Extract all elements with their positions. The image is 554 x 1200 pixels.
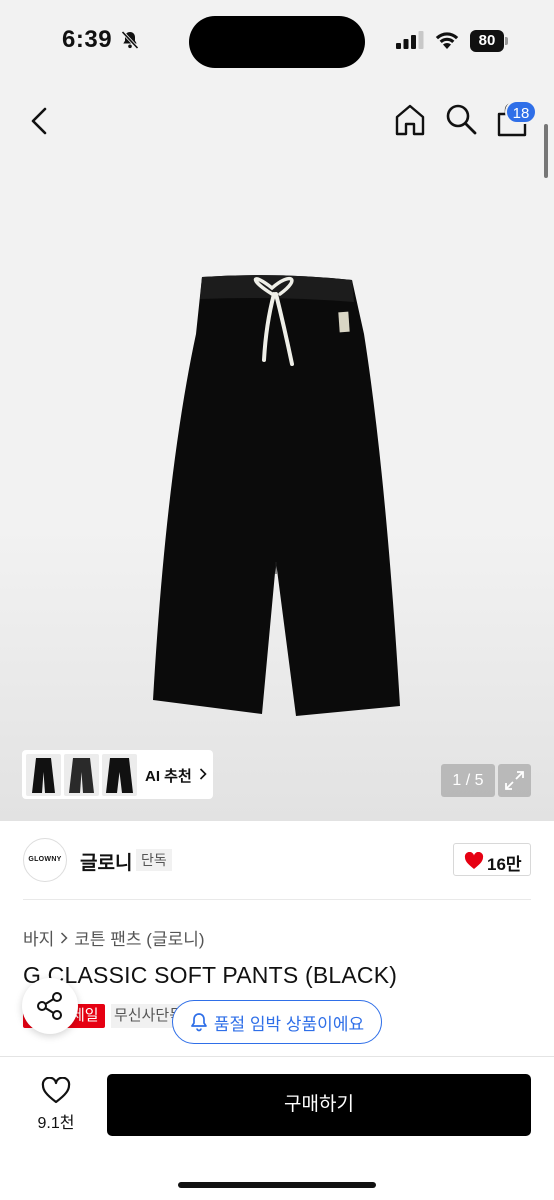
home-icon[interactable] [392,102,428,138]
thumbnail-2[interactable] [64,754,99,796]
bell-icon [191,1013,207,1032]
expand-icon [505,771,524,790]
heart-icon [464,852,484,869]
signal-icon [396,31,424,49]
share-icon [37,992,62,1020]
musinsa-exclusive-tag: 무신사단독 [111,1004,181,1028]
search-icon[interactable] [444,102,478,136]
ai-recommend-strip[interactable]: AI 추천 [22,750,213,799]
home-indicator[interactable] [178,1182,376,1188]
bell-off-icon [121,30,139,50]
battery-cap [505,37,508,45]
low-stock-text: 품절 임박 상품이에요 [213,1014,365,1034]
brand-like-count: 16만 [487,855,522,874]
divider [23,899,531,900]
chevron-right-icon [61,931,68,944]
share-button[interactable] [22,978,78,1034]
back-icon[interactable] [26,106,54,136]
buy-button[interactable]: 구매하기 [107,1074,531,1136]
heart-outline-icon[interactable] [41,1077,71,1105]
cart-count-badge: 18 [505,100,537,124]
brand-logo[interactable]: GLOWNY [23,838,67,882]
thumbnail-3[interactable] [102,754,137,796]
low-stock-notice[interactable]: 품절 임박 상품이에요 [172,1000,382,1044]
battery-level: 80 [470,30,504,52]
wifi-icon [435,32,459,49]
exclusive-badge: 단독 [136,849,172,871]
product-image[interactable] [148,274,408,719]
breadcrumb-category[interactable]: 바지 [23,925,54,950]
expand-button[interactable] [498,764,531,797]
breadcrumb: 바지 코튼 팬츠 (글로니) [23,925,205,950]
breadcrumb-subcategory[interactable]: 코튼 팬츠 (글로니) [74,925,204,950]
product-title: G CLASSIC SOFT PANTS (BLACK) [23,962,398,988]
dynamic-island [189,16,365,68]
product-gallery[interactable]: 18 AI 추천 1 / 5 [0,84,554,821]
brand-like-button[interactable]: 16만 [453,843,531,876]
bottom-action-bar: 9.1천 구매하기 [0,1056,554,1200]
wishlist-count: 9.1천 [37,1115,75,1132]
brand-name[interactable]: 글로니 [80,848,132,875]
thumbnail-1[interactable] [26,754,61,796]
battery-icon: 80 [470,30,508,52]
chevron-right-icon [199,768,207,780]
status-bar: 6:39 80 [0,0,554,84]
image-pager: 1 / 5 [441,764,495,797]
scrollbar[interactable] [544,124,548,178]
status-time: 6:39 [62,26,113,53]
ai-recommend-label[interactable]: AI 추천 [145,765,192,786]
